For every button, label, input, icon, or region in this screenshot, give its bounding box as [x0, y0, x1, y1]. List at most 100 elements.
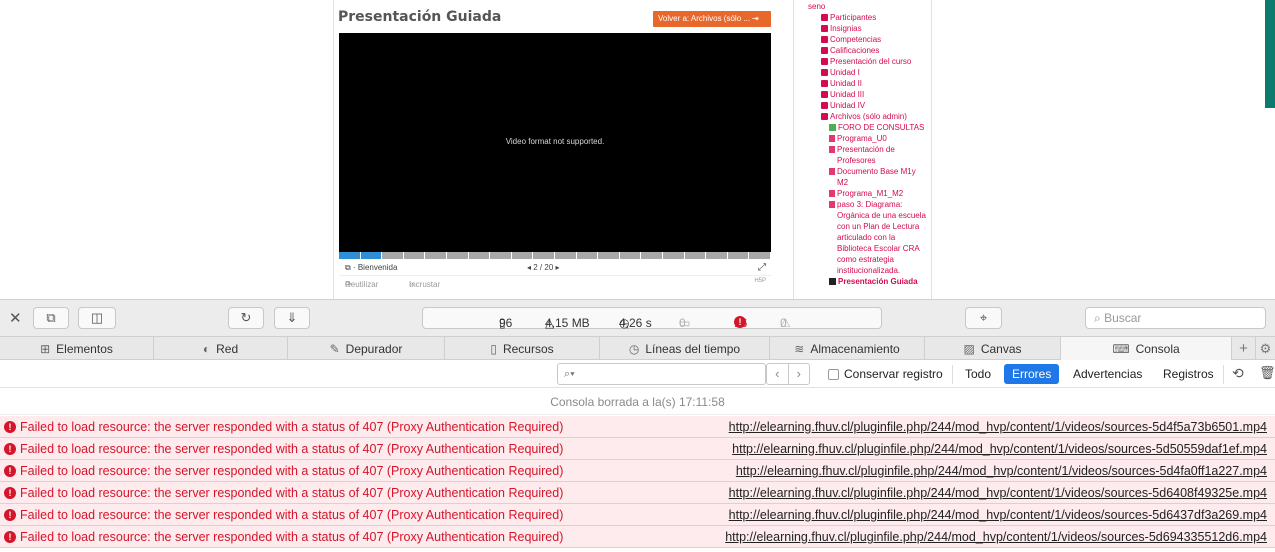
progress-segment[interactable] [490, 252, 512, 259]
slides-menu-icon: ⧉ · [345, 263, 358, 272]
search-placeholder: Buscar [1104, 311, 1142, 325]
tree-item[interactable]: Unidad IV [808, 100, 928, 111]
filter-advertencias-button[interactable]: Advertencias [1065, 364, 1150, 384]
tree-item[interactable]: Unidad II [808, 78, 928, 89]
progress-segment[interactable] [641, 252, 663, 259]
progress-segment[interactable] [511, 252, 534, 259]
content-border-mid [793, 0, 794, 299]
tree-item[interactable]: Presentación Guiada [808, 276, 928, 287]
next-slide-icon[interactable]: ▸ [553, 263, 559, 272]
progress-segment[interactable] [554, 252, 577, 259]
inspect-button[interactable]: ⌖ [965, 307, 1002, 329]
progress-segment[interactable] [425, 252, 447, 259]
console-message-source-link[interactable]: http://elearning.fhuv.cl/pluginfile.php/… [729, 416, 1267, 438]
dock-side-button[interactable]: ◫ [78, 307, 116, 329]
tab-label: Depurador [345, 341, 403, 356]
tree-item[interactable]: Insignias [808, 23, 928, 34]
filter-errores-button[interactable]: Errores [1004, 364, 1060, 384]
tree-course-item[interactable]: CPEIP.2019.EduxDiseño.redi seno [808, 0, 928, 12]
console-message-source-link[interactable]: http://elearning.fhuv.cl/pluginfile.php/… [729, 504, 1267, 526]
progress-segment[interactable] [749, 252, 771, 259]
tab-resources[interactable]: ▯ Recursos [445, 337, 600, 360]
keep-log-checkbox[interactable]: Conservar registro [828, 367, 943, 381]
elements-icon: ⊞ [40, 341, 51, 356]
refresh-icon[interactable]: ⟲ [1232, 365, 1244, 382]
add-tab-icon[interactable]: + [1232, 337, 1256, 360]
tree-item[interactable]: paso 3: Diagrama: Orgánica de una escuel… [808, 199, 928, 276]
gear-icon[interactable]: ⚙ [1256, 337, 1275, 360]
progress-segment[interactable] [382, 252, 404, 259]
search-icon: ⌕ [1094, 311, 1101, 325]
trash-icon[interactable]: 🗑 [1259, 365, 1275, 381]
progress-segment[interactable] [727, 252, 750, 259]
dock-window-button[interactable]: ⧉ [33, 307, 69, 329]
error-icon: ! [4, 509, 16, 521]
console-message-row[interactable]: ! Failed to load resource: the server res… [0, 504, 1275, 526]
progress-segment[interactable] [576, 252, 599, 259]
console-message-source-link[interactable]: http://elearning.fhuv.cl/pluginfile.php/… [729, 482, 1267, 504]
progress-segment[interactable] [662, 252, 685, 259]
tab-network[interactable]: ◐ Red [154, 337, 288, 360]
storage-icon: ≋ [794, 341, 805, 356]
tree-item[interactable]: Presentación del curso [808, 56, 928, 67]
progress-segment[interactable] [468, 252, 491, 259]
console-message-row[interactable]: ! Failed to load resource: the server res… [0, 482, 1275, 504]
tree-item[interactable]: Participantes [808, 12, 928, 23]
progress-segment[interactable] [684, 252, 707, 259]
console-message-source-link[interactable]: http://elearning.fhuv.cl/pluginfile.php/… [725, 526, 1267, 548]
console-message-row[interactable]: ! Failed to load resource: the server res… [0, 416, 1275, 438]
progress-segment[interactable] [706, 252, 728, 259]
dock-side-icon: ◫ [90, 310, 104, 325]
tab-canvas[interactable]: ▨ Canvas [925, 337, 1061, 360]
progress-segment[interactable] [403, 252, 426, 259]
console-filter-bar: ⌕▾ ‹ › Conservar registro Todo Errores Adve… [0, 361, 1275, 388]
tab-debugger[interactable]: ✎ Depurador [288, 337, 445, 360]
tab-console[interactable]: ⌨ Consola [1061, 337, 1232, 360]
next-result-icon[interactable]: › [789, 364, 810, 384]
previous-result-icon[interactable]: ‹ [767, 364, 789, 384]
fullscreen-icon[interactable]: ⤢ [758, 262, 766, 273]
progress-segment[interactable] [533, 252, 555, 259]
tree-item[interactable]: Archivos (sólo admin) [808, 111, 928, 122]
tree-item[interactable]: Competencias [808, 34, 928, 45]
tree-item[interactable]: Presentación de Profesores [808, 144, 928, 166]
filter-todo-button[interactable]: Todo [957, 364, 999, 384]
console-message-row[interactable]: ! Failed to load resource: the server res… [0, 438, 1275, 460]
console-message-row[interactable]: ! Failed to load resource: the server res… [0, 526, 1275, 548]
content-border-left [333, 0, 334, 299]
search-input[interactable]: ⌕ Buscar [1085, 307, 1266, 329]
tab-storage[interactable]: ≋ Almacenamiento [770, 337, 925, 360]
canvas-icon: ▨ [963, 341, 975, 356]
tree-item[interactable]: Programa_U0 [808, 133, 928, 144]
tree-item[interactable]: Unidad III [808, 89, 928, 100]
tab-elements[interactable]: ⊞ Elementos [0, 337, 154, 360]
tree-item[interactable]: Programa_M1_M2 [808, 188, 928, 199]
progress-segment[interactable] [619, 252, 642, 259]
console-message-source-link[interactable]: http://elearning.fhuv.cl/pluginfile.php/… [736, 460, 1267, 482]
progress-segment[interactable] [598, 252, 620, 259]
progress-segment[interactable] [360, 252, 383, 259]
download-button[interactable]: ⇓ [274, 307, 310, 329]
progress-segment[interactable] [446, 252, 469, 259]
video-player[interactable]: Video format not supported. [339, 33, 771, 252]
tab-timelines[interactable]: ◷ Líneas del tiempo [600, 337, 770, 360]
slide-progress-bar[interactable] [339, 252, 771, 259]
back-to-archives-button[interactable]: Volver a: Archivos (sólo ... ⇥ [653, 11, 771, 27]
tree-item-label: Unidad II [830, 79, 863, 88]
tree-item[interactable]: Unidad I [808, 67, 928, 78]
tree-item[interactable]: FORO DE CONSULTAS [808, 122, 928, 133]
slide-title-group[interactable]: ⧉ · Bienvenida [345, 263, 397, 273]
resources-icon: ▯ [490, 341, 497, 356]
size-value: 4,15 MB [545, 316, 590, 330]
progress-segment[interactable] [339, 252, 361, 259]
console-message-source-link[interactable]: http://elearning.fhuv.cl/pluginfile.php/… [732, 438, 1267, 460]
tree-item[interactable]: Documento Base M1y M2 [808, 166, 928, 188]
console-message-row[interactable]: ! Failed to load resource: the server res… [0, 460, 1275, 482]
course-navigation-tree: CPEIP.2019.EduxDiseño.redi seno Particip… [808, 0, 928, 287]
filter-registros-button[interactable]: Registros [1155, 364, 1222, 384]
reload-button[interactable]: ↻ [228, 307, 264, 329]
close-icon[interactable]: ✕ [9, 309, 22, 327]
console-filter-input[interactable]: ⌕▾ [557, 363, 766, 385]
tree-item-label: FORO DE CONSULTAS [838, 123, 925, 132]
tree-item[interactable]: Calificaciones [808, 45, 928, 56]
